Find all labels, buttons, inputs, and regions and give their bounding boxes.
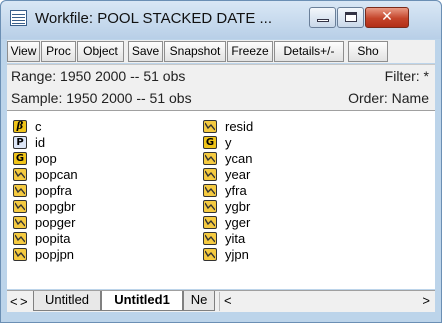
series-icon [203,232,217,245]
group-icon: G [13,152,27,165]
object-name: popger [35,215,76,230]
order-text[interactable]: Order: Name [348,90,429,106]
object-name: c [35,119,42,134]
freeze-button[interactable]: Freeze [227,41,273,62]
object-button[interactable]: Object [77,41,124,62]
object-name: popjpn [35,247,75,262]
tab-new[interactable]: Ne [183,291,215,311]
idseries-icon: P [13,136,27,149]
tab-nav-left-icon[interactable]: < [10,294,18,309]
object-name: resid [225,119,254,134]
coef-icon: β [13,120,27,133]
close-icon: ✕ [381,9,393,25]
horizontal-scrollbar[interactable]: < > [219,292,434,311]
sheet-tab-bar: < > Untitled Untitled1 Ne < > [7,290,435,312]
object-name: year [225,167,251,182]
object-name: popfra [35,183,72,198]
series-icon [203,168,217,181]
object-name: yger [225,215,251,230]
object-name: yfra [225,183,247,198]
title-bar[interactable]: Workfile: POOL STACKED DATE ... ✕ [1,1,441,39]
view-button[interactable]: View [7,41,40,62]
object-name: yita [225,231,246,246]
toolbar: View Proc Object Save Snapshot Freeze De… [7,40,435,63]
workfile-icon [10,10,27,26]
show-button[interactable]: Sho [348,41,388,62]
minimize-icon [317,19,329,22]
group-icon: G [203,136,217,149]
series-icon [203,200,217,213]
workfile-window: Workfile: POOL STACKED DATE ... ✕ View P… [0,0,442,323]
workfile-info-panel: Range: 1950 2000 -- 51 obs Filter: * Sam… [7,64,435,111]
series-icon [203,216,217,229]
snapshot-button[interactable]: Snapshot [164,41,226,62]
object-name: ygbr [225,199,251,214]
details-button[interactable]: Details+/- [274,41,344,62]
series-icon [203,184,217,197]
series-icon [203,152,217,165]
window-title: Workfile: POOL STACKED DATE ... [35,10,272,27]
object-name: ycan [225,151,253,166]
maximize-button[interactable] [337,7,364,28]
tab-untitled[interactable]: Untitled [33,291,101,311]
object-name: y [225,135,232,150]
object-name: popita [35,231,71,246]
proc-button[interactable]: Proc [41,41,76,62]
series-icon [203,248,217,261]
scroll-left-icon[interactable]: < [224,293,232,308]
object-name: pop [35,151,57,166]
series-icon [13,200,27,213]
object-name: id [35,135,46,150]
object-list: β c P id G pop popcan popfra popgbr popg… [7,111,435,289]
object-name: popcan [35,167,78,182]
minimize-button[interactable] [309,7,336,28]
series-icon [13,168,27,181]
filter-text[interactable]: Filter: * [385,68,429,84]
object-name: popgbr [35,199,76,214]
scroll-right-icon[interactable]: > [422,293,430,308]
range-text[interactable]: Range: 1950 2000 -- 51 obs [11,68,185,84]
tab-nav-right-icon[interactable]: > [20,294,28,309]
series-icon [13,184,27,197]
save-button[interactable]: Save [128,41,163,62]
series-icon [13,216,27,229]
series-icon [13,248,27,261]
series-icon [13,232,27,245]
series-icon [203,120,217,133]
object-name: yjpn [225,247,249,262]
close-button[interactable]: ✕ [365,7,409,28]
sample-text[interactable]: Sample: 1950 2000 -- 51 obs [11,90,192,106]
maximize-icon [345,12,357,22]
tab-untitled1[interactable]: Untitled1 [101,291,183,311]
